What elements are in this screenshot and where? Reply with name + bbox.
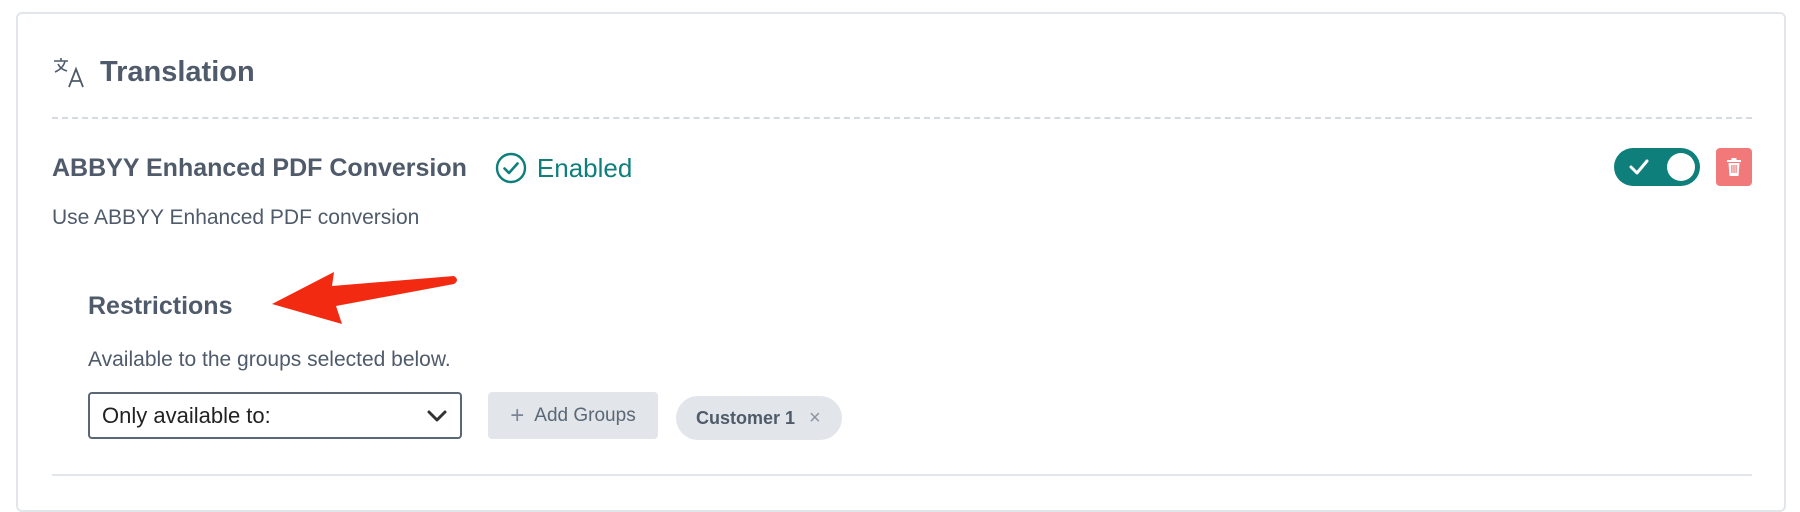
bottom-divider xyxy=(52,474,1752,476)
feature-title: ABBYY Enhanced PDF Conversion xyxy=(52,153,467,182)
plus-icon: + xyxy=(510,401,525,429)
feature-row: ABBYY Enhanced PDF Conversion Enabled xyxy=(52,148,632,188)
feature-description: Use ABBYY Enhanced PDF conversion xyxy=(52,206,420,229)
select-value: Only available to: xyxy=(102,402,271,428)
chevron-down-icon xyxy=(427,410,447,422)
status-badge: Enabled xyxy=(495,152,632,184)
restrictions-description: Available to the groups selected below. xyxy=(88,348,451,371)
translate-icon xyxy=(54,58,84,88)
availability-select[interactable]: Only available to: xyxy=(88,392,462,439)
remove-tag-icon[interactable]: × xyxy=(809,407,821,430)
group-tag: Customer 1 × xyxy=(676,396,842,440)
annotation-arrow xyxy=(272,272,457,324)
check-circle-icon xyxy=(495,152,527,184)
check-icon xyxy=(1629,159,1649,175)
enable-toggle[interactable] xyxy=(1614,148,1700,186)
status-label: Enabled xyxy=(536,152,633,183)
add-groups-label: Add Groups xyxy=(534,404,636,426)
restrictions-title: Restrictions xyxy=(88,292,233,320)
trash-icon xyxy=(1727,158,1741,176)
group-tag-label: Customer 1 xyxy=(696,407,796,428)
delete-button[interactable] xyxy=(1716,148,1752,186)
divider xyxy=(52,117,1752,119)
add-groups-button[interactable]: + Add Groups xyxy=(488,392,658,439)
section-title: Translation xyxy=(100,55,255,88)
toggle-knob xyxy=(1667,153,1695,181)
section-header: Translation xyxy=(52,50,255,94)
